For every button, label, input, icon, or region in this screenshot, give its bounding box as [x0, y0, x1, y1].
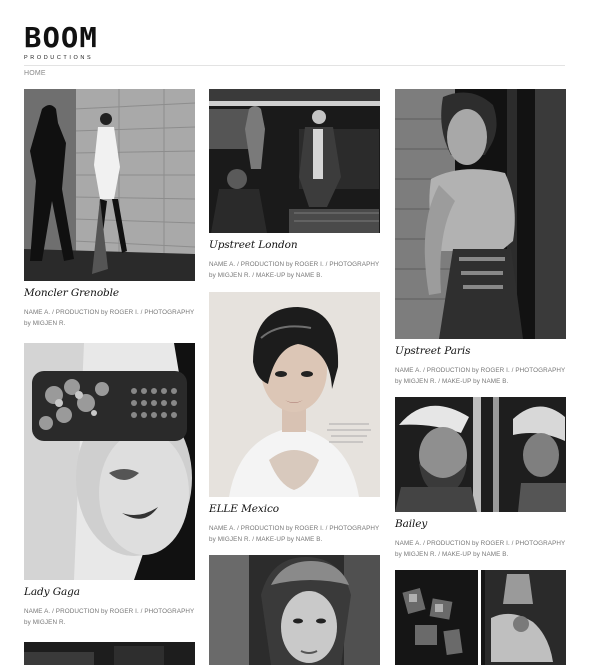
site-logo[interactable]: BOOM PRODUCTIONS — [24, 24, 108, 64]
logo-wordmark: BOOM — [24, 21, 98, 54]
portfolio-item-lady-gaga[interactable]: Lady Gaga NAME A. / PRODUCTION by ROGER … — [24, 343, 195, 628]
portfolio-title[interactable]: Upstreet Paris — [395, 345, 566, 357]
header-divider — [24, 65, 565, 66]
portfolio-item-partial[interactable] — [24, 642, 195, 665]
portfolio-credits: NAME A. / PRODUCTION by ROGER I. / PHOTO… — [209, 525, 380, 543]
portfolio-item-upstreet-london[interactable]: Upstreet London NAME A. / PRODUCTION by … — [209, 89, 380, 281]
portfolio-credits: NAME A. / PRODUCTION by ROGER I. / PHOTO… — [395, 367, 566, 385]
portfolio-title[interactable]: Upstreet London — [209, 239, 380, 251]
portfolio-image[interactable] — [209, 89, 380, 233]
portfolio-credits: NAME A. / PRODUCTION by ROGER I. / PHOTO… — [24, 309, 195, 327]
portfolio-credits: NAME A. / PRODUCTION by ROGER I. / PHOTO… — [24, 608, 195, 626]
breadcrumb-home-link[interactable]: HOME — [24, 70, 46, 77]
portfolio-image[interactable] — [395, 89, 566, 339]
portfolio-title[interactable]: Lady Gaga — [24, 586, 195, 598]
portfolio-title[interactable]: ELLE Mexico — [209, 503, 380, 515]
logo-subtitle: PRODUCTIONS — [24, 55, 94, 61]
portfolio-image[interactable] — [395, 397, 566, 512]
portfolio-credits: NAME A. / PRODUCTION by ROGER I. / PHOTO… — [395, 540, 566, 558]
portfolio-item-moncler-grenoble[interactable]: Moncler Grenoble NAME A. / PRODUCTION by… — [24, 89, 195, 329]
portfolio-image[interactable] — [24, 642, 195, 665]
portfolio-item-partial[interactable] — [395, 570, 566, 665]
portfolio-image[interactable] — [209, 292, 380, 497]
portfolio-item-upstreet-paris[interactable]: Upstreet Paris NAME A. / PRODUCTION by R… — [395, 89, 566, 387]
portfolio-item-elle-mexico[interactable]: ELLE Mexico NAME A. / PRODUCTION by ROGE… — [209, 292, 380, 545]
portfolio-title[interactable]: Bailey — [395, 518, 566, 530]
portfolio-credits: NAME A. / PRODUCTION by ROGER I. / PHOTO… — [209, 261, 380, 279]
portfolio-image[interactable] — [209, 555, 380, 665]
portfolio-item-partial[interactable] — [209, 555, 380, 665]
portfolio-image[interactable] — [395, 570, 566, 665]
portfolio-title[interactable]: Moncler Grenoble — [24, 287, 195, 299]
portfolio-item-bailey[interactable]: Bailey NAME A. / PRODUCTION by ROGER I. … — [395, 397, 566, 560]
portfolio-image[interactable] — [24, 89, 195, 281]
portfolio-image[interactable] — [24, 343, 195, 580]
